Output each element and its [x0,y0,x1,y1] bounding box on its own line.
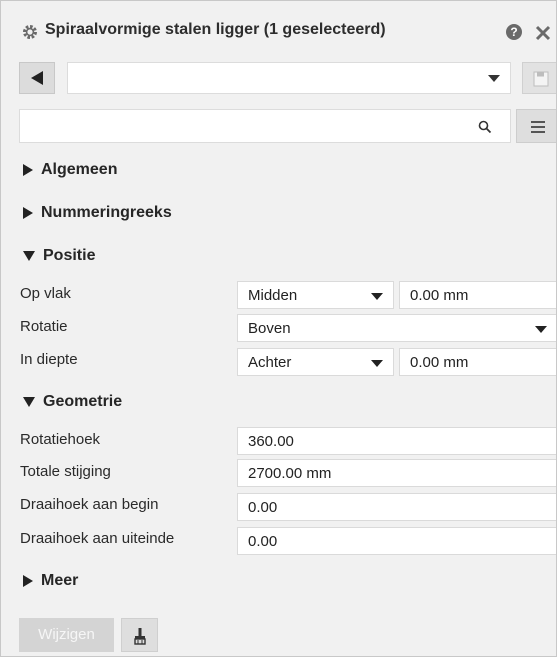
help-icon[interactable]: ? [506,24,522,40]
in-diepte-option: Achter [248,354,292,371]
op-vlak-label: Op vlak [20,285,71,302]
draaihoek-einde-label: Draaihoek aan uiteinde [20,530,175,547]
section-positie-label: Positie [43,247,96,264]
draaihoek-begin-field[interactable]: 0.00 [237,493,556,521]
menu-icon [531,121,545,136]
close-icon[interactable] [532,22,554,44]
back-button[interactable] [19,62,55,94]
section-nummeringreeks-label: Nummeringreeks [41,204,172,221]
totale-stijging-field[interactable]: 2700.00 mm [237,459,556,487]
draaihoek-einde-field[interactable]: 0.00 [237,527,556,555]
apply-button[interactable]: Wijzigen [19,618,114,652]
chevron-down-icon [371,293,383,300]
save-button[interactable] [522,62,556,94]
in-diepte-dropdown[interactable]: Achter [237,348,394,376]
section-positie[interactable]: Positie [23,247,95,265]
op-vlak-offset-field[interactable]: 0.00 mm [399,281,556,309]
collapse-down-icon [23,251,35,261]
section-geometrie[interactable]: Geometrie [23,393,122,411]
section-algemeen-label: Algemeen [41,161,118,178]
chevron-down-icon [535,326,547,333]
op-vlak-dropdown[interactable]: Midden [237,281,394,309]
draaihoek-einde-value: 0.00 [248,533,278,550]
gear-icon[interactable] [21,23,39,41]
search-input[interactable] [19,109,511,143]
search-icon[interactable] [478,120,492,134]
pick-properties-button[interactable] [121,618,158,652]
rotatie-dropdown[interactable]: Boven [237,314,556,342]
rotatiehoek-label: Rotatiehoek [20,431,101,448]
expand-right-icon [23,164,33,176]
expand-right-icon [23,207,33,219]
draaihoek-begin-label: Draaihoek aan begin [20,496,159,513]
in-diepte-offset-field[interactable]: 0.00 mm [399,348,556,376]
section-meer[interactable]: Meer [23,572,78,590]
op-vlak-offset-value: 0.00 mm [410,287,469,304]
rotatie-option: Boven [248,320,291,337]
menu-button[interactable] [516,109,556,143]
op-vlak-option: Midden [248,287,298,304]
section-meer-label: Meer [41,572,79,589]
section-nummeringreeks[interactable]: Nummeringreeks [23,204,172,222]
rotatiehoek-field[interactable]: 360.00 [237,427,556,455]
panel-title-bar: Spiraalvormige stalen ligger (1 geselect… [1,1,556,51]
chevron-down-icon [488,75,500,82]
draaihoek-begin-value: 0.00 [248,499,278,516]
save-icon [533,71,549,87]
rotatie-label: Rotatie [20,318,68,335]
expand-right-icon [23,575,33,587]
in-diepte-label: In diepte [20,351,78,368]
totale-stijging-label: Totale stijging [20,463,111,480]
collapse-down-icon [23,397,35,407]
in-diepte-offset-value: 0.00 mm [410,354,469,371]
totale-stijging-value: 2700.00 mm [248,465,332,482]
rotatiehoek-value: 360.00 [248,433,294,450]
section-algemeen[interactable]: Algemeen [23,161,117,179]
back-arrow-icon [31,71,43,85]
properties-panel: Spiraalvormige stalen ligger (1 geselect… [0,0,557,657]
panel-title: Spiraalvormige stalen ligger (1 geselect… [45,21,386,38]
preset-dropdown[interactable] [67,62,511,94]
section-geometrie-label: Geometrie [43,393,123,410]
brush-icon [134,628,146,645]
chevron-down-icon [371,360,383,367]
